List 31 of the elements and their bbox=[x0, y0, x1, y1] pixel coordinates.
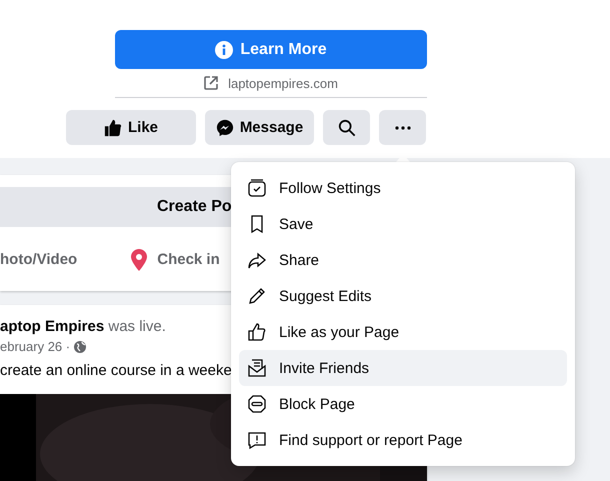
pencil-icon bbox=[247, 286, 267, 306]
external-link-icon bbox=[204, 76, 218, 90]
menu-item[interactable]: Invite Friends bbox=[239, 350, 567, 386]
website-link[interactable]: laptopempires.com bbox=[228, 76, 338, 90]
menu-item[interactable]: Share bbox=[239, 242, 567, 278]
location-pin-icon bbox=[131, 248, 148, 270]
block-icon bbox=[247, 394, 267, 414]
like-button[interactable]: Like bbox=[66, 110, 196, 145]
globe-icon bbox=[74, 340, 86, 352]
menu-item[interactable]: Block Page bbox=[239, 386, 567, 422]
message-button[interactable]: Message bbox=[205, 110, 314, 145]
menu-item[interactable]: Like as your Page bbox=[239, 314, 567, 350]
menu-item[interactable]: Suggest Edits bbox=[239, 278, 567, 314]
report-icon bbox=[247, 430, 267, 450]
search-icon bbox=[338, 118, 356, 136]
post-option[interactable]: Check in bbox=[131, 248, 220, 270]
thumbs-up-icon bbox=[247, 322, 267, 342]
learn-more-button[interactable]: Learn More bbox=[115, 30, 427, 69]
search-button[interactable] bbox=[323, 110, 370, 145]
post-text: create an online course in a weeke bbox=[0, 362, 232, 379]
envelope-icon bbox=[247, 358, 267, 378]
post-option[interactable]: hoto/Video bbox=[0, 251, 78, 268]
messenger-icon bbox=[216, 118, 234, 136]
menu-item[interactable]: Find support or report Page bbox=[239, 422, 567, 458]
more-icon bbox=[394, 126, 410, 130]
post-date: ebruary 26 · bbox=[0, 339, 70, 354]
calendar-check-icon bbox=[247, 178, 267, 198]
share-icon bbox=[247, 250, 267, 270]
thumbs-up-icon bbox=[104, 118, 122, 136]
info-icon bbox=[215, 40, 234, 58]
post-author: aptop Empires was live. bbox=[0, 318, 166, 335]
